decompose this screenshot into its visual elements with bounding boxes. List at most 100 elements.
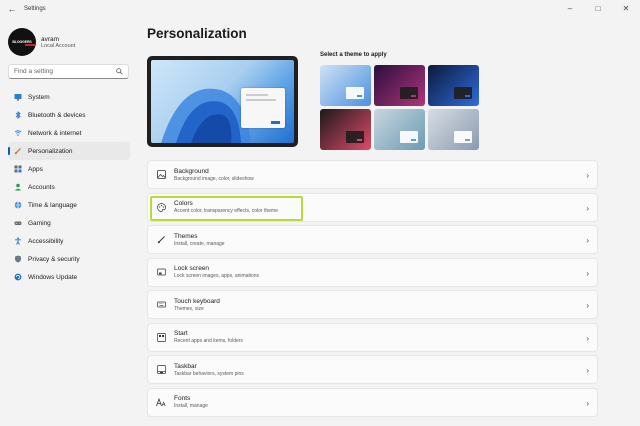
setting-touch-keyboard[interactable]: Touch keyboard Themes, size ›: [147, 290, 598, 319]
chevron-right-icon: ›: [586, 301, 589, 310]
palette-icon: [156, 202, 166, 212]
preview-dialog-line: [246, 94, 268, 96]
update-icon: [14, 273, 22, 281]
sidebar-item-gaming[interactable]: Gaming: [8, 214, 130, 232]
sidebar-item-label: Gaming: [28, 219, 51, 227]
profile-text: avram Local Account: [41, 36, 75, 49]
sidebar-item-label: Network & internet: [28, 129, 82, 137]
page-title: Personalization: [147, 26, 247, 41]
theme-mini-accent: [465, 139, 470, 141]
theme-mini-window: [400, 87, 418, 99]
search-box: [8, 64, 129, 79]
setting-text: Themes Install, create, manage: [174, 233, 225, 247]
setting-title: Fonts: [174, 395, 191, 402]
theme-thumbnail[interactable]: [320, 65, 371, 106]
settings-list: Background Background image, color, slid…: [147, 160, 598, 420]
theme-mini-window: [454, 87, 472, 99]
setting-text: Fonts Install, manage: [174, 395, 208, 409]
sidebar-item-label: Time & language: [28, 201, 77, 209]
chevron-right-icon: ›: [586, 268, 589, 278]
brush-icon: [156, 235, 166, 245]
chevron-right-icon: ›: [586, 333, 589, 343]
sidebar-item-personalization[interactable]: Personalization: [8, 142, 130, 160]
wifi-icon: [14, 129, 22, 137]
setting-themes[interactable]: Themes Install, create, manage ›: [147, 225, 598, 254]
theme-thumbnail[interactable]: [428, 65, 479, 106]
keyboard-icon: [156, 300, 166, 310]
theme-thumbnail[interactable]: [320, 109, 371, 150]
setting-text: Start Recent apps and items, folders: [174, 330, 243, 344]
chevron-right-icon: ›: [586, 398, 589, 408]
sidebar-item-apps[interactable]: Apps: [8, 160, 130, 178]
brush-icon: [14, 147, 22, 155]
user-profile[interactable]: BLOGGERS avram Local Account: [8, 28, 75, 56]
sidebar-item-label: Windows Update: [28, 273, 78, 281]
setting-subtitle: Accent color, transparency effects, colo…: [174, 208, 278, 214]
close-icon[interactable]: ✕: [612, 0, 640, 16]
setting-subtitle: Background image, color, slideshow: [174, 175, 254, 182]
setting-title: Touch keyboard: [174, 297, 220, 305]
search-icon[interactable]: [116, 68, 123, 75]
theme-thumbnail[interactable]: [374, 65, 425, 106]
start-icon: [156, 332, 166, 342]
theme-mini-window: [400, 131, 418, 143]
setting-fonts[interactable]: Fonts Install, manage ›: [147, 387, 598, 417]
setting-subtitle: Recent apps and items, folders: [174, 338, 243, 344]
sidebar-item-network[interactable]: Network & internet: [8, 124, 130, 142]
theme-thumbnail[interactable]: [374, 109, 425, 150]
sidebar-item-windows-update[interactable]: Windows Update: [8, 268, 130, 286]
preview-dialog-button: [271, 121, 280, 124]
sidebar-item-accounts[interactable]: Accounts: [8, 178, 130, 196]
sidebar-nav: System Bluetooth & devices Network & int…: [8, 88, 130, 286]
preview-dialog: [241, 88, 285, 128]
theme-grid: [320, 65, 479, 150]
back-arrow-icon[interactable]: ←: [2, 0, 22, 18]
minimize-icon[interactable]: –: [556, 0, 584, 16]
globe-clock-icon: [14, 201, 22, 209]
active-indicator: [8, 147, 10, 155]
sidebar-item-label: Personalization: [28, 147, 73, 155]
setting-lock-screen[interactable]: Lock screen Lock screen images, apps, an…: [147, 257, 598, 287]
accessibility-icon: [14, 237, 22, 245]
preview-dialog-line: [246, 99, 276, 101]
maximize-icon[interactable]: □: [584, 0, 612, 16]
setting-start[interactable]: Start Recent apps and items, folders ›: [147, 322, 598, 352]
setting-title: Taskbar: [174, 362, 197, 370]
setting-taskbar[interactable]: Taskbar Taskbar behaviors, system pins ›: [147, 355, 598, 384]
fonts-icon: [156, 397, 166, 407]
setting-subtitle: Install, create, manage: [174, 240, 225, 247]
setting-text: Taskbar Taskbar behaviors, system pins: [174, 363, 244, 377]
setting-background[interactable]: Background Background image, color, slid…: [147, 160, 598, 189]
setting-text: Colors Accent color, transparency effect…: [174, 200, 278, 214]
theme-thumbnail[interactable]: [428, 109, 479, 150]
theme-mini-window: [454, 131, 472, 143]
theme-preview: [147, 56, 298, 147]
theme-mini-accent: [465, 95, 470, 97]
themes-label: Select a theme to apply: [320, 52, 387, 58]
sidebar-item-time-language[interactable]: Time & language: [8, 196, 130, 214]
sidebar-item-label: System: [28, 93, 50, 101]
sidebar-item-label: Apps: [28, 165, 43, 173]
sidebar-item-label: Privacy & security: [28, 255, 80, 263]
lock-screen-icon: [156, 267, 166, 277]
setting-title: Colors: [174, 200, 193, 207]
sidebar-item-bluetooth[interactable]: Bluetooth & devices: [8, 106, 130, 124]
apps-icon: [14, 165, 22, 173]
sidebar-item-label: Accessibility: [28, 237, 64, 245]
sidebar-item-system[interactable]: System: [8, 88, 130, 106]
setting-colors[interactable]: Colors Accent color, transparency effect…: [147, 192, 598, 222]
window-title: Settings: [24, 6, 46, 12]
search-input[interactable]: [14, 68, 114, 75]
theme-mini-accent: [411, 139, 416, 141]
title-bar: ← Settings – □ ✕: [0, 0, 640, 18]
sidebar-item-accessibility[interactable]: Accessibility: [8, 232, 130, 250]
sidebar-item-label: Bluetooth & devices: [28, 111, 86, 119]
chevron-right-icon: ›: [586, 366, 589, 375]
sidebar-item-privacy-security[interactable]: Privacy & security: [8, 250, 130, 268]
gamepad-icon: [14, 219, 22, 227]
window-controls: – □ ✕: [556, 0, 640, 16]
avatar-logo-strip: [25, 44, 35, 46]
theme-preview-screen: [151, 60, 294, 143]
chevron-right-icon: ›: [586, 171, 589, 180]
setting-subtitle: Install, manage: [174, 403, 208, 409]
